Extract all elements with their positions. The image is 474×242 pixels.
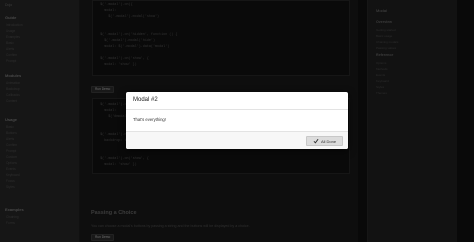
modal-message: That's everything!: [133, 117, 166, 122]
check-icon: [313, 138, 319, 144]
modal-header: Modal #2: [126, 92, 348, 110]
modal-footer: All Done: [126, 131, 348, 149]
modal-dialog: Modal #2 That's everything! All Done: [126, 92, 348, 149]
modal-body: That's everything!: [126, 110, 348, 131]
all-done-button[interactable]: All Done: [306, 136, 343, 146]
modal-title: Modal #2: [133, 97, 158, 103]
all-done-label: All Done: [320, 138, 337, 144]
page: Dojo Guide Introduction Usage Examples B…: [0, 0, 474, 242]
